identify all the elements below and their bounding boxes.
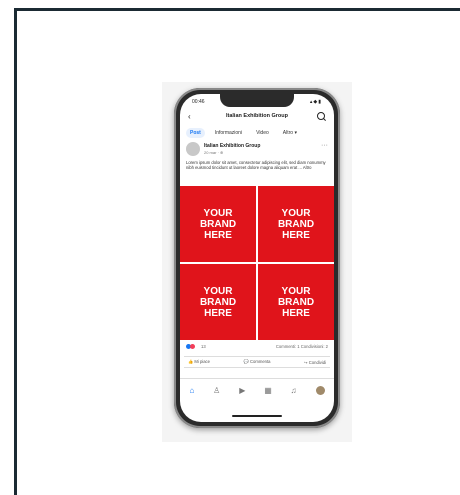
phone-screen: 00:46 ▴◆▮ ‹ Italian Exhibition Group Pos… xyxy=(180,94,334,422)
avatar[interactable] xyxy=(186,142,200,156)
reactions-bar: 13 Commenti: 1 Condivisioni: 2 xyxy=(186,344,328,352)
reaction-icons[interactable] xyxy=(186,344,195,350)
tab-video[interactable]: Video xyxy=(252,128,273,138)
notifications-icon[interactable]: ♫ xyxy=(291,386,297,395)
post-text: Lorem ipsum dolor sit amet, consectetur … xyxy=(186,160,326,171)
post-actions: 👍 Mi piace 💬 Commenta ↪ Condividi xyxy=(184,356,330,368)
home-indicator xyxy=(232,415,282,417)
status-bar: 00:46 ▴◆▮ xyxy=(180,98,334,108)
post-author[interactable]: Italian Exhibition Group xyxy=(204,143,260,149)
watch-icon[interactable]: ▶ xyxy=(239,386,245,395)
brand-tile: YOUR BRAND HERE xyxy=(180,186,256,262)
love-reaction-icon xyxy=(190,344,195,349)
like-button[interactable]: 👍 Mi piace xyxy=(188,359,210,365)
tab-informazioni[interactable]: Informazioni xyxy=(211,128,246,138)
app-bar: ‹ Italian Exhibition Group xyxy=(180,110,334,124)
more-options-icon[interactable]: ··· xyxy=(321,142,328,149)
brand-tile: YOUR BRAND HERE xyxy=(258,264,334,340)
bottom-nav: ⌂ ♙ ▶ ▦ ♫ xyxy=(180,378,334,401)
reaction-count: 13 xyxy=(201,344,206,349)
comment-button[interactable]: 💬 Commenta xyxy=(244,359,271,365)
search-icon[interactable] xyxy=(317,112,325,120)
tab-post[interactable]: Post xyxy=(186,127,205,138)
share-button[interactable]: ↪ Condividi xyxy=(304,360,326,365)
post-meta: 20 mar · ⊕ xyxy=(204,150,224,155)
brand-tile: YOUR BRAND HERE xyxy=(180,264,256,340)
friends-icon[interactable]: ♙ xyxy=(213,386,220,395)
tab-altro[interactable]: Altro ▾ xyxy=(279,128,301,138)
profile-icon[interactable] xyxy=(315,385,325,395)
page-tabs: Post Informazioni Video Altro ▾ xyxy=(186,127,330,138)
comments-shares-count[interactable]: Commenti: 1 Condivisioni: 2 xyxy=(276,344,328,349)
status-time: 00:46 xyxy=(192,99,205,105)
phone-mockup: 00:46 ▴◆▮ ‹ Italian Exhibition Group Pos… xyxy=(162,82,352,442)
home-icon[interactable]: ⌂ xyxy=(189,386,194,395)
marketplace-icon[interactable]: ▦ xyxy=(264,386,272,395)
post-image-grid[interactable]: YOUR BRAND HERE YOUR BRAND HERE YOUR BRA… xyxy=(180,186,334,340)
page-title: Italian Exhibition Group xyxy=(225,113,289,119)
post-header: Italian Exhibition Group 20 mar · ⊕ ··· xyxy=(186,142,328,158)
phone-body: 00:46 ▴◆▮ ‹ Italian Exhibition Group Pos… xyxy=(174,88,340,428)
brand-tile: YOUR BRAND HERE xyxy=(258,186,334,262)
status-icons: ▴◆▮ xyxy=(309,99,322,105)
